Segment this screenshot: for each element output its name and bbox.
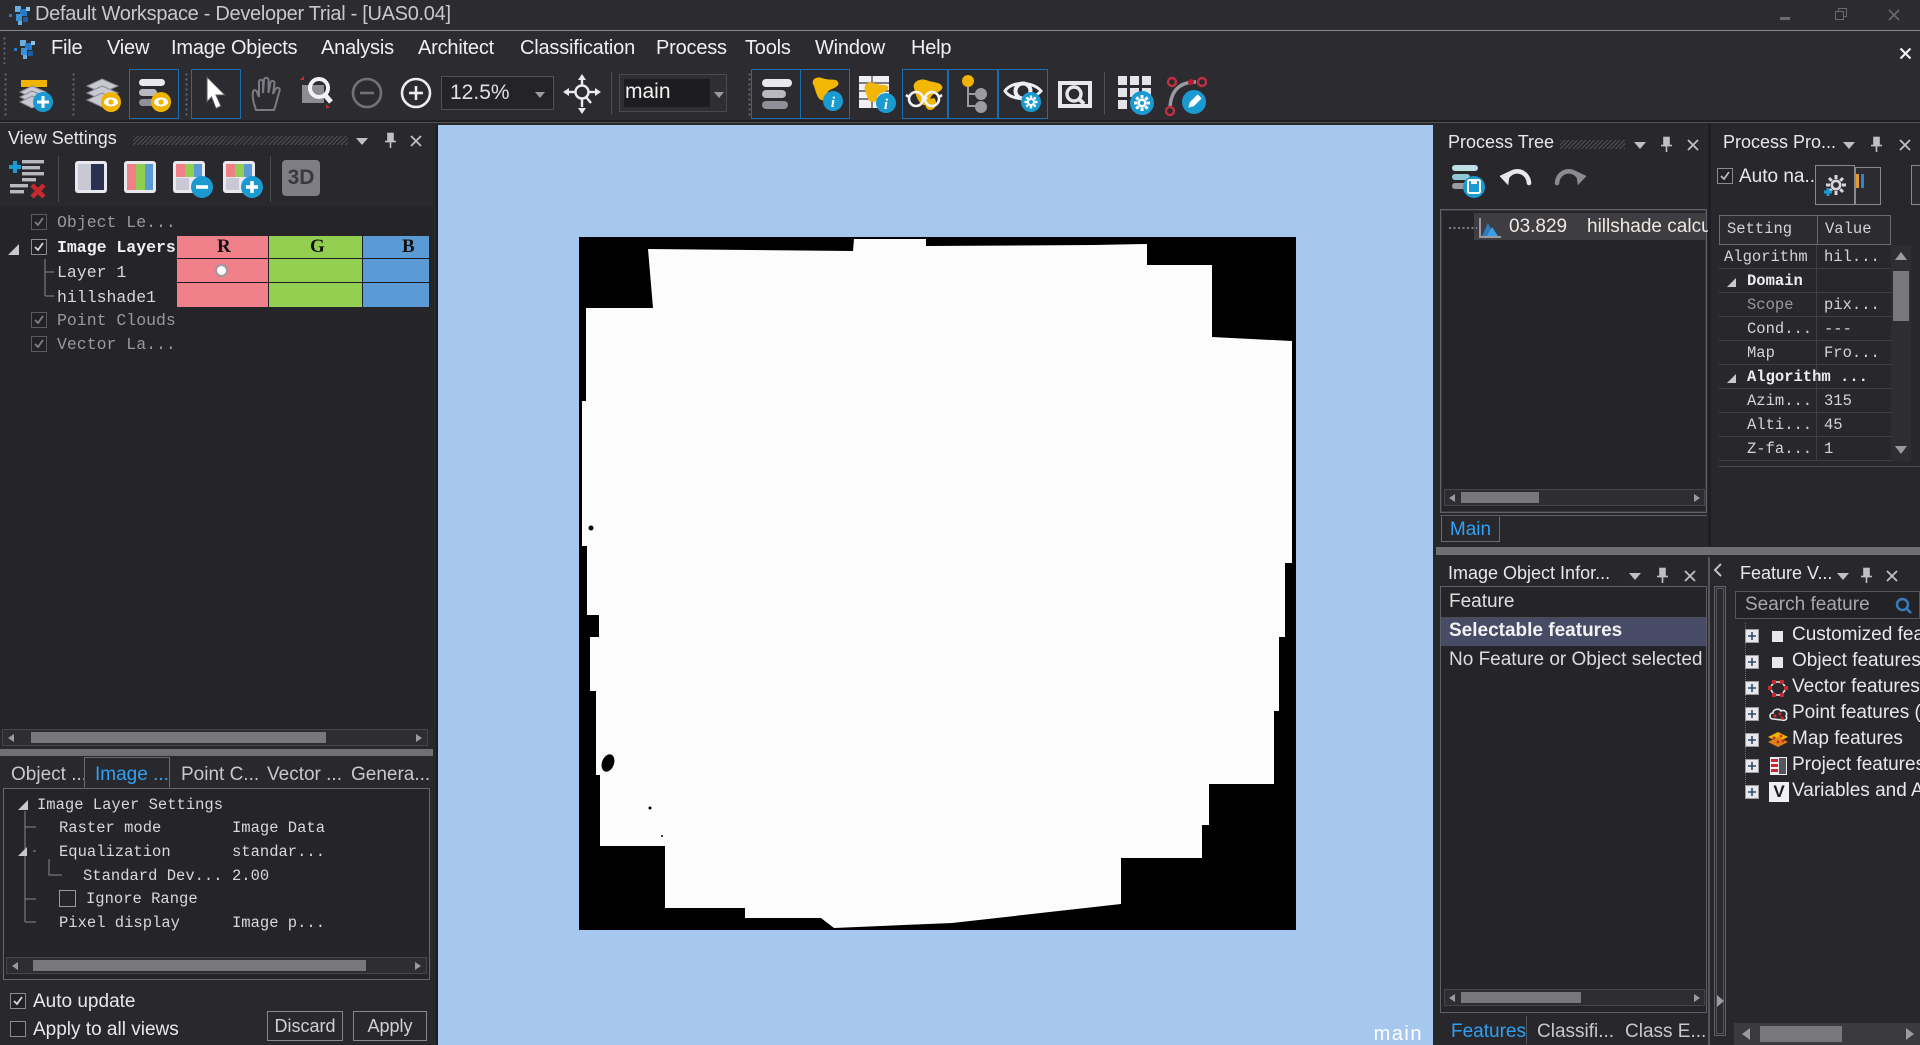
svg-text:main: main [1374,1023,1423,1045]
